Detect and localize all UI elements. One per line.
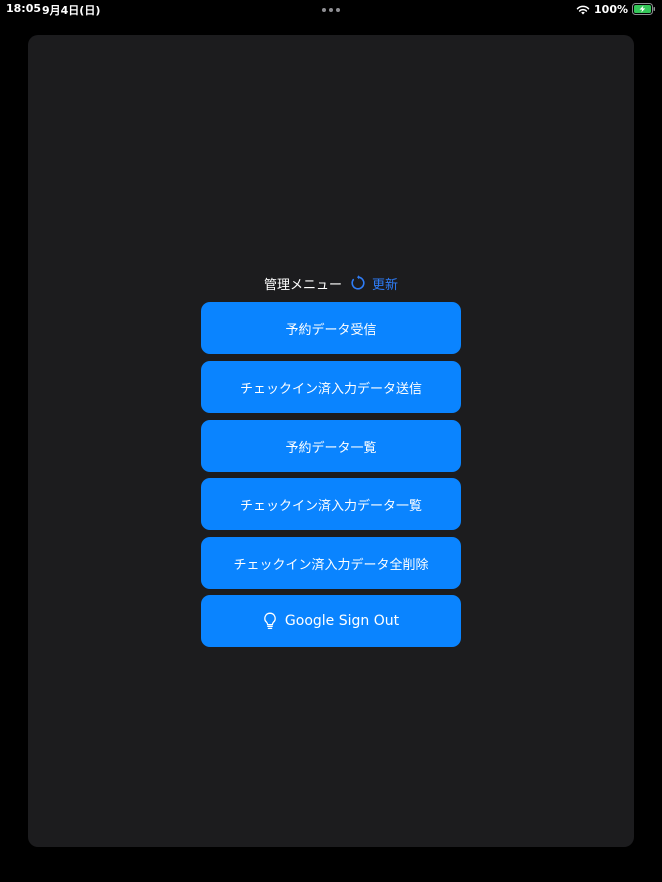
lightbulb-icon (264, 612, 276, 630)
menu-title: 管理メニュー (263, 277, 342, 293)
button-label: Google Sign Out (284, 613, 400, 629)
menu-header: 管理メニュー 更新 (0, 270, 662, 296)
receive-reservation-data-button[interactable]: 予約データ受信 (201, 302, 461, 354)
google-sign-out-button[interactable]: Google Sign Out (201, 595, 461, 647)
status-bar: 18:05 9月4日(日) 100% (0, 0, 662, 20)
button-label: チェックイン済入力データ全削除 (233, 557, 429, 573)
delete-all-checkin-data-button[interactable]: チェックイン済入力データ全削除 (201, 537, 461, 589)
button-label: チェックイン済入力データ送信 (239, 381, 422, 397)
button-label: 予約データ一覧 (285, 440, 377, 456)
checkin-data-list-button[interactable]: チェックイン済入力データ一覧 (201, 478, 461, 530)
send-checkin-data-button[interactable]: チェックイン済入力データ送信 (201, 361, 461, 413)
button-label: 予約データ受信 (285, 322, 377, 338)
button-label: チェックイン済入力データ一覧 (239, 498, 422, 514)
refresh-label: 更新 (372, 277, 399, 293)
wifi-icon (576, 5, 590, 14)
refresh-icon (351, 275, 365, 290)
battery-percent: 100% (594, 2, 628, 16)
reservation-list-button[interactable]: 予約データ一覧 (201, 420, 461, 472)
refresh-button[interactable]: 更新 (350, 274, 398, 293)
status-date: 9月4日(日) (42, 4, 101, 17)
status-right: 100% (576, 1, 656, 17)
screen: 18:05 9月4日(日) 100% 管理メニュー 更新 予約データ受信 チェッ… (0, 0, 662, 882)
battery-charging-icon (632, 3, 655, 15)
multitask-dots-icon[interactable] (322, 8, 340, 13)
status-time: 18:05 (6, 2, 42, 15)
